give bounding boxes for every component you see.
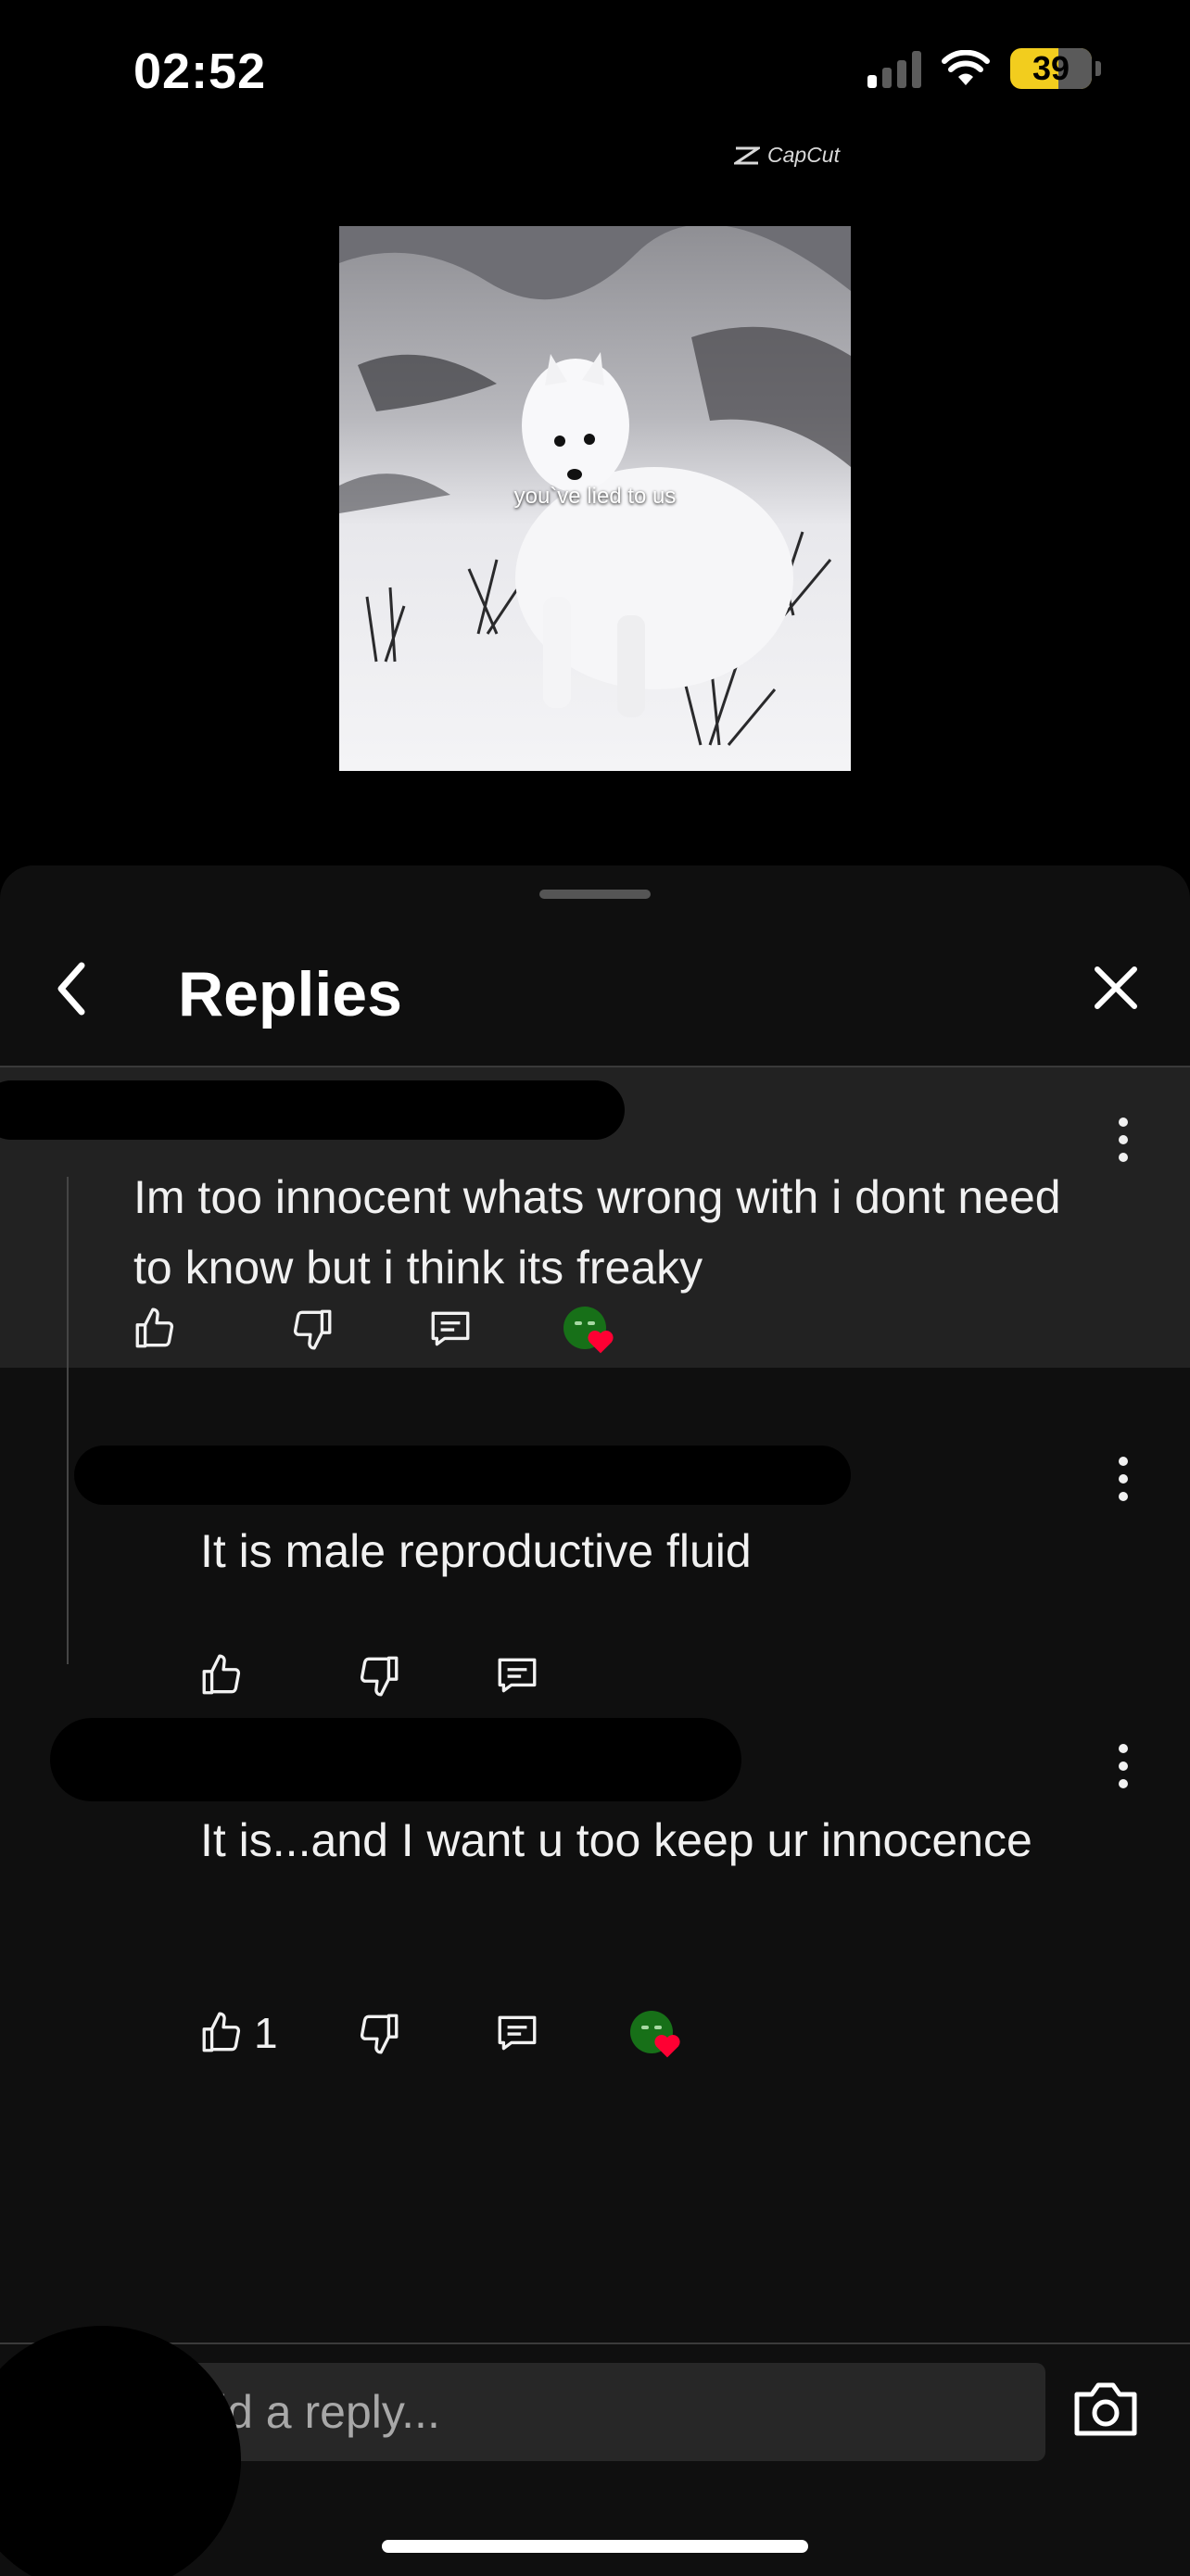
battery-tip: [1095, 61, 1101, 76]
like-count: 1: [254, 2009, 278, 2057]
cellular-signal-icon: [867, 49, 921, 88]
reply-button[interactable]: [493, 1648, 541, 1703]
parent-comment: Im too innocent whats wrong with i dont …: [0, 1067, 1190, 1368]
comment-actions: [198, 1648, 569, 1703]
dislike-button[interactable]: [289, 1301, 335, 1357]
creator-heart-badge: [563, 1307, 619, 1362]
dislike-button[interactable]: [356, 2005, 402, 2061]
battery-icon: 39: [1010, 48, 1092, 89]
home-indicator[interactable]: [382, 2540, 808, 2553]
battery-level: 39: [1032, 49, 1070, 87]
thread-line: [67, 1177, 69, 1664]
camera-button[interactable]: [1071, 2376, 1140, 2441]
reply-comment-icon: [431, 1311, 470, 1346]
redacted-username: [74, 1446, 851, 1505]
thumbs-down-icon: [293, 1309, 332, 1350]
capcut-label: CapCut: [767, 143, 840, 167]
thumbs-up-icon: [202, 1654, 241, 1695]
video-caption: you`ve lied to us: [513, 484, 677, 509]
replies-sheet: Replies Im too innocent whats wrong with…: [0, 865, 1190, 2576]
capcut-logo-icon: [734, 146, 760, 164]
wifi-icon: [942, 50, 990, 85]
heart-icon: [588, 1331, 614, 1354]
reply-comment-icon: [498, 2015, 537, 2051]
back-button[interactable]: [46, 956, 102, 1021]
thumbs-up-icon: [202, 2012, 241, 2052]
video-player[interactable]: you`ve lied to us: [339, 226, 851, 771]
reply-input-placeholder: ld a reply...: [217, 2386, 440, 2438]
like-button[interactable]: [198, 1648, 245, 1703]
more-options-button[interactable]: [1105, 1451, 1142, 1507]
thumbs-up-icon: [135, 1307, 174, 1348]
more-options-button[interactable]: [1105, 1112, 1142, 1168]
sheet-drag-handle[interactable]: [539, 890, 651, 899]
thumbs-down-icon: [360, 2014, 399, 2054]
like-button[interactable]: 1: [198, 2005, 278, 2061]
status-icons: 39: [867, 48, 1101, 89]
more-options-button[interactable]: [1105, 1738, 1142, 1794]
capcut-watermark: CapCut: [734, 143, 840, 168]
comment-actions: [132, 1301, 688, 1357]
comment-actions: 1: [198, 2005, 754, 2061]
thumbs-down-icon: [360, 1656, 399, 1697]
reply-comment-icon: [498, 1658, 537, 1693]
redacted-username: [50, 1718, 741, 1801]
like-button[interactable]: [132, 1301, 178, 1357]
reply-button[interactable]: [426, 1301, 475, 1357]
comment-text: It is...and I want u too keep ur innocen…: [200, 1814, 1032, 1866]
reply-input[interactable]: ld a reply...: [150, 2363, 1045, 2461]
sheet-header: Replies: [0, 940, 1190, 1042]
reply-button[interactable]: [493, 2005, 541, 2061]
dislike-button[interactable]: [356, 1648, 402, 1703]
redacted-username: [0, 1080, 625, 1140]
status-time: 02:52: [133, 44, 267, 99]
page-title: Replies: [178, 959, 402, 1029]
comment-text: It is male reproductive fluid: [200, 1525, 752, 1577]
creator-heart-badge: [630, 2011, 686, 2066]
heart-icon: [654, 2035, 680, 2058]
close-button[interactable]: [1088, 960, 1144, 1016]
comment-text: Im too innocent whats wrong with i dont …: [133, 1171, 1061, 1294]
